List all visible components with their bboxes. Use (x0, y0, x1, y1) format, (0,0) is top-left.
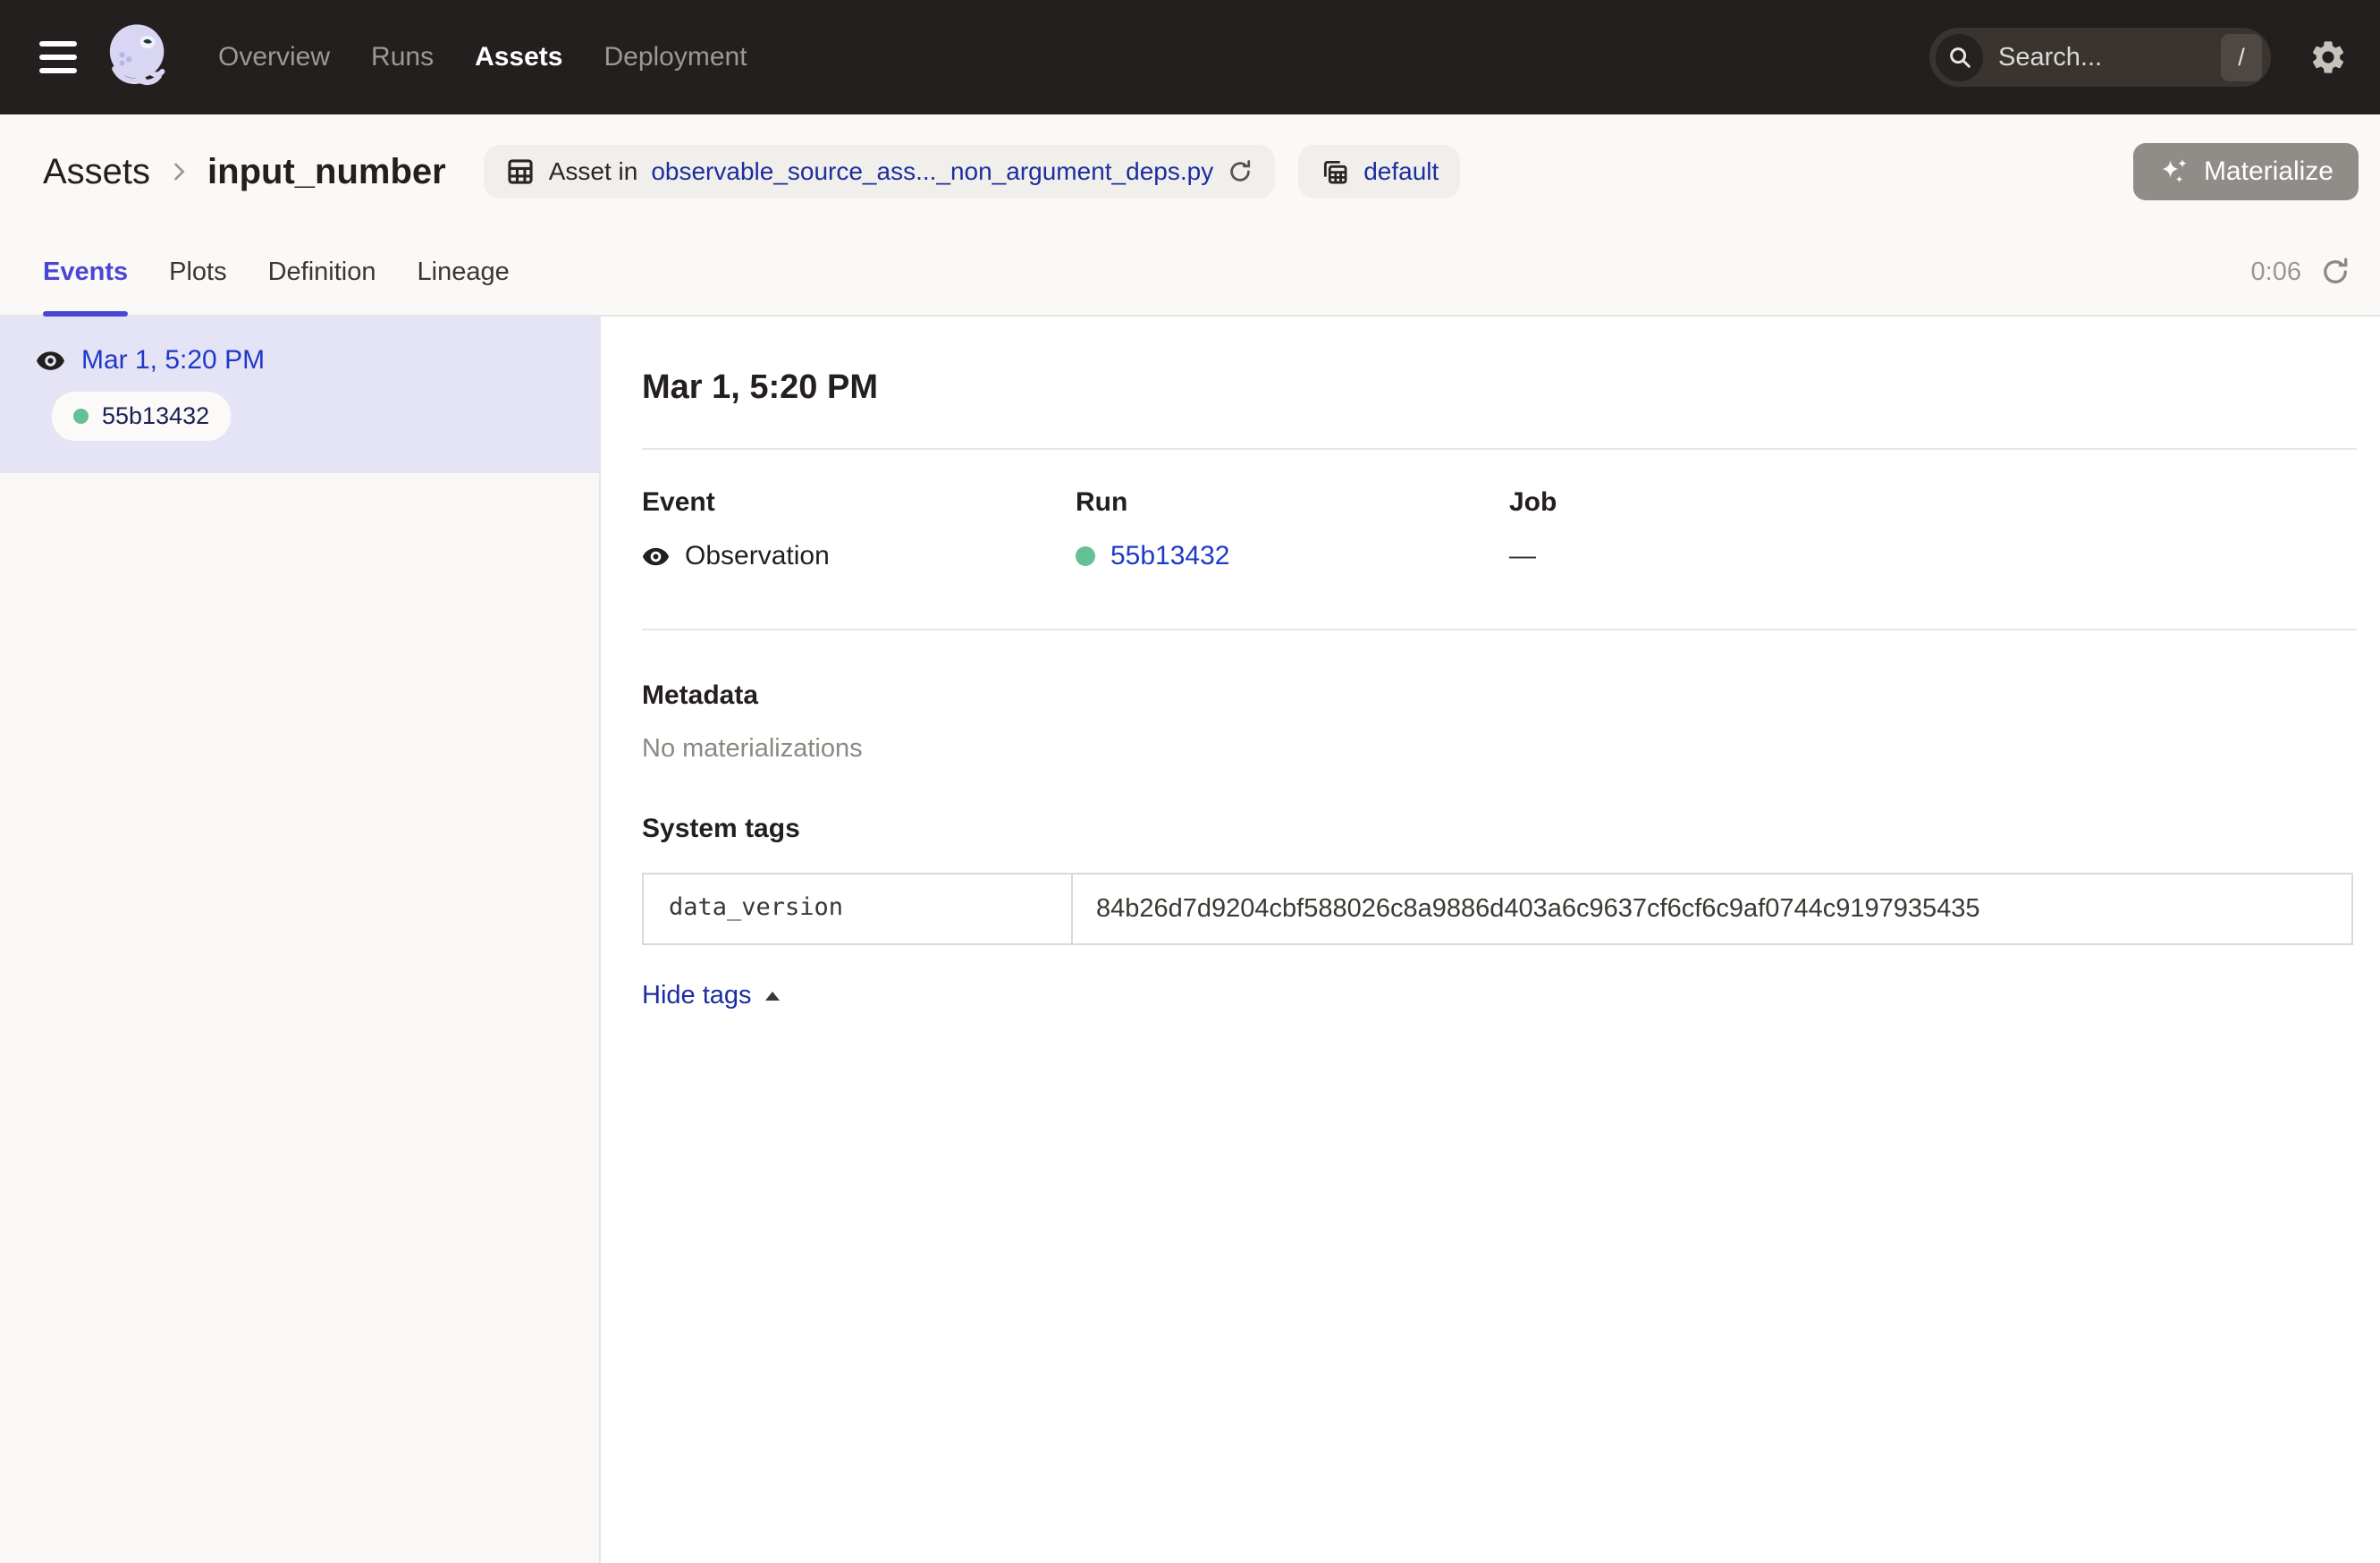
repo-badge: default (1298, 145, 1460, 199)
search-icon (1936, 34, 1983, 81)
materialize-label: Materialize (2204, 156, 2334, 187)
page-title: input_number (207, 152, 446, 192)
run-column: Run 55b13432 (1076, 487, 1509, 571)
divider (642, 629, 2357, 630)
nav-item-deployment[interactable]: Deployment (603, 42, 747, 72)
asset-badges: Asset in observable_source_ass..._non_ar… (484, 145, 1461, 199)
breadcrumb-chevron-icon (166, 159, 191, 184)
refresh-icon[interactable] (2319, 256, 2351, 288)
event-info-grid: Event Observation Run 55b13432 Job — (642, 487, 2357, 571)
tag-value-cell: 84b26d7d9204cbf588026c8a9886d403a6c9637c… (1073, 874, 2351, 943)
event-detail-title: Mar 1, 5:20 PM (642, 368, 2357, 407)
repo-default-link[interactable]: default (1363, 157, 1439, 186)
nav-item-overview[interactable]: Overview (218, 42, 330, 72)
content-area: Mar 1, 5:20 PM 55b13432 Mar 1, 5:20 PM E… (0, 317, 2380, 1563)
search-input[interactable] (1983, 42, 2221, 73)
eye-icon (36, 346, 65, 376)
search-box[interactable]: / (1929, 28, 2271, 87)
page-header: Assets input_number Asset in observable_… (0, 114, 2380, 229)
event-run-id: 55b13432 (102, 402, 209, 430)
run-label: Run (1076, 487, 1509, 518)
divider (642, 448, 2357, 450)
system-tags-table: data_version 84b26d7d9204cbf588026c8a988… (642, 873, 2353, 945)
metadata-empty-text: No materializations (642, 734, 2357, 764)
nav-item-runs[interactable]: Runs (371, 42, 434, 72)
reload-icon[interactable] (1227, 158, 1253, 185)
event-list-item[interactable]: Mar 1, 5:20 PM 55b13432 (0, 317, 599, 473)
tab-plots[interactable]: Plots (169, 229, 226, 315)
event-list-sidebar: Mar 1, 5:20 PM 55b13432 (0, 317, 601, 1563)
breadcrumb-assets-link[interactable]: Assets (43, 152, 150, 192)
tab-lineage[interactable]: Lineage (418, 229, 510, 315)
asset-badge-prefix: Asset in (549, 157, 638, 186)
collapse-caret-icon (764, 990, 781, 1002)
tab-definition[interactable]: Definition (268, 229, 376, 315)
job-empty-value: — (1509, 541, 1536, 571)
event-timestamp: Mar 1, 5:20 PM (81, 345, 265, 376)
materialize-button[interactable]: Materialize (2133, 143, 2359, 200)
hide-tags-link[interactable]: Hide tags (642, 981, 781, 1010)
job-column: Job — (1509, 487, 2357, 571)
top-nav: Overview Runs Assets Deployment / (0, 0, 2380, 114)
eye-icon (642, 543, 670, 570)
refresh-countdown: 0:06 (2251, 258, 2301, 287)
breadcrumb: Assets input_number (43, 152, 446, 192)
event-run-tag[interactable]: 55b13432 (52, 392, 231, 441)
event-detail-panel: Mar 1, 5:20 PM Event Observation Run 55b… (601, 317, 2380, 1563)
dagster-logo[interactable] (98, 18, 177, 97)
job-label: Job (1509, 487, 2357, 518)
run-status-dot (73, 409, 89, 424)
tabs-bar: Events Plots Definition Lineage 0:06 (0, 229, 2380, 317)
metadata-heading: Metadata (642, 680, 2357, 711)
hide-tags-label: Hide tags (642, 981, 752, 1010)
event-column: Event Observation (642, 487, 1076, 571)
run-id-link[interactable]: 55b13432 (1110, 541, 1229, 571)
gear-icon[interactable] (2308, 38, 2348, 77)
repo-stack-icon (1320, 156, 1350, 187)
asset-definition-badge: Asset in observable_source_ass..._non_ar… (484, 145, 1275, 199)
system-tags-heading: System tags (642, 814, 2357, 844)
asset-source-file-link[interactable]: observable_source_ass..._non_argument_de… (651, 157, 1213, 186)
asset-table-icon (505, 156, 536, 187)
auto-refresh-timer: 0:06 (2251, 229, 2351, 315)
event-type-value: Observation (685, 541, 830, 571)
tab-events[interactable]: Events (43, 229, 128, 315)
primary-nav: Overview Runs Assets Deployment (218, 42, 747, 72)
run-status-dot (1076, 546, 1095, 566)
hamburger-menu-icon[interactable] (39, 41, 77, 73)
slash-shortcut-key: / (2221, 34, 2262, 81)
sparkle-icon (2158, 156, 2190, 188)
nav-item-assets[interactable]: Assets (475, 42, 562, 72)
tag-key-cell: data_version (644, 874, 1073, 943)
event-label: Event (642, 487, 1076, 518)
